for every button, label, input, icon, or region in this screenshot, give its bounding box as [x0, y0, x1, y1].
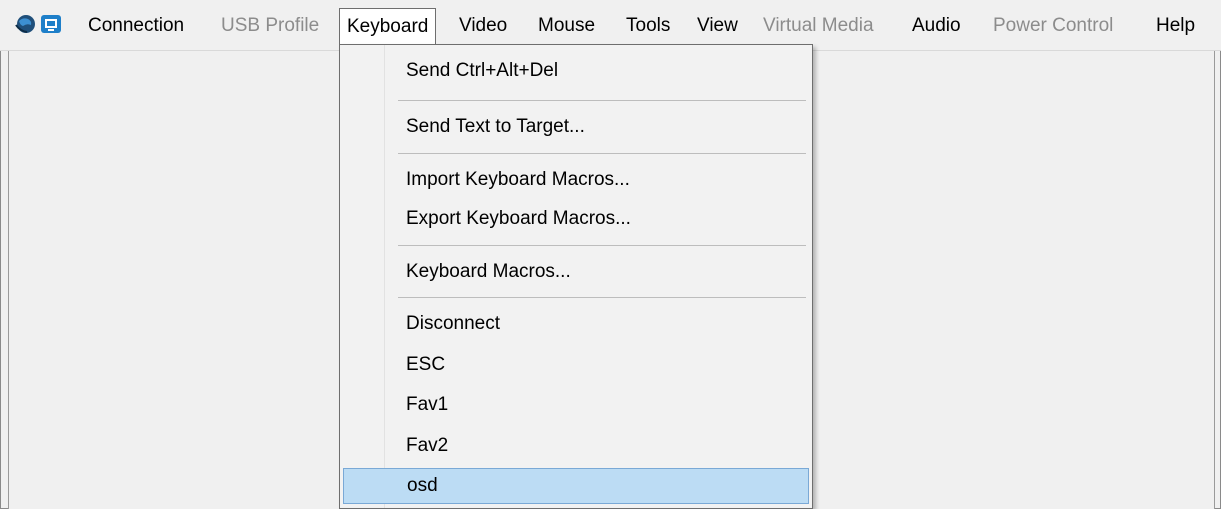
menu-item-macro-osd[interactable]: osd: [343, 468, 809, 504]
menu-virtual-media[interactable]: Virtual Media: [756, 9, 881, 43]
menu-separator: [398, 297, 806, 298]
menu-item-export-keyboard-macros[interactable]: Export Keyboard Macros...: [343, 201, 809, 237]
menu-item-macro-fav2[interactable]: Fav2: [343, 428, 809, 464]
menu-audio[interactable]: Audio: [905, 9, 968, 43]
menu-item-keyboard-macros[interactable]: Keyboard Macros...: [343, 254, 809, 290]
menu-mouse[interactable]: Mouse: [531, 9, 602, 43]
menu-item-macro-disconnect[interactable]: Disconnect: [343, 306, 809, 342]
globe-icon[interactable]: [14, 13, 36, 40]
keyboard-menu-dropdown: Send Ctrl+Alt+Del Send Text to Target...…: [339, 44, 813, 509]
menu-connection[interactable]: Connection: [81, 9, 191, 43]
remote-screen-icon[interactable]: [40, 13, 62, 40]
menu-keyboard[interactable]: Keyboard: [339, 8, 437, 46]
menu-usb-profile[interactable]: USB Profile: [214, 9, 326, 43]
menu-separator: [398, 153, 806, 154]
menu-item-send-text-to-target[interactable]: Send Text to Target...: [343, 109, 809, 145]
menu-view[interactable]: View: [690, 9, 745, 43]
menu-item-macro-fav1[interactable]: Fav1: [343, 387, 809, 423]
menu-separator: [398, 245, 806, 246]
menu-item-send-ctrl-alt-del[interactable]: Send Ctrl+Alt+Del: [343, 53, 809, 89]
menu-video[interactable]: Video: [452, 9, 514, 43]
menu-help[interactable]: Help: [1149, 9, 1202, 43]
menu-item-import-keyboard-macros[interactable]: Import Keyboard Macros...: [343, 162, 809, 198]
menu-separator: [398, 100, 806, 101]
menu-power-control[interactable]: Power Control: [986, 9, 1120, 43]
menubar-icons: [14, 13, 62, 40]
menu-tools[interactable]: Tools: [619, 9, 677, 43]
menu-item-macro-esc[interactable]: ESC: [343, 347, 809, 383]
